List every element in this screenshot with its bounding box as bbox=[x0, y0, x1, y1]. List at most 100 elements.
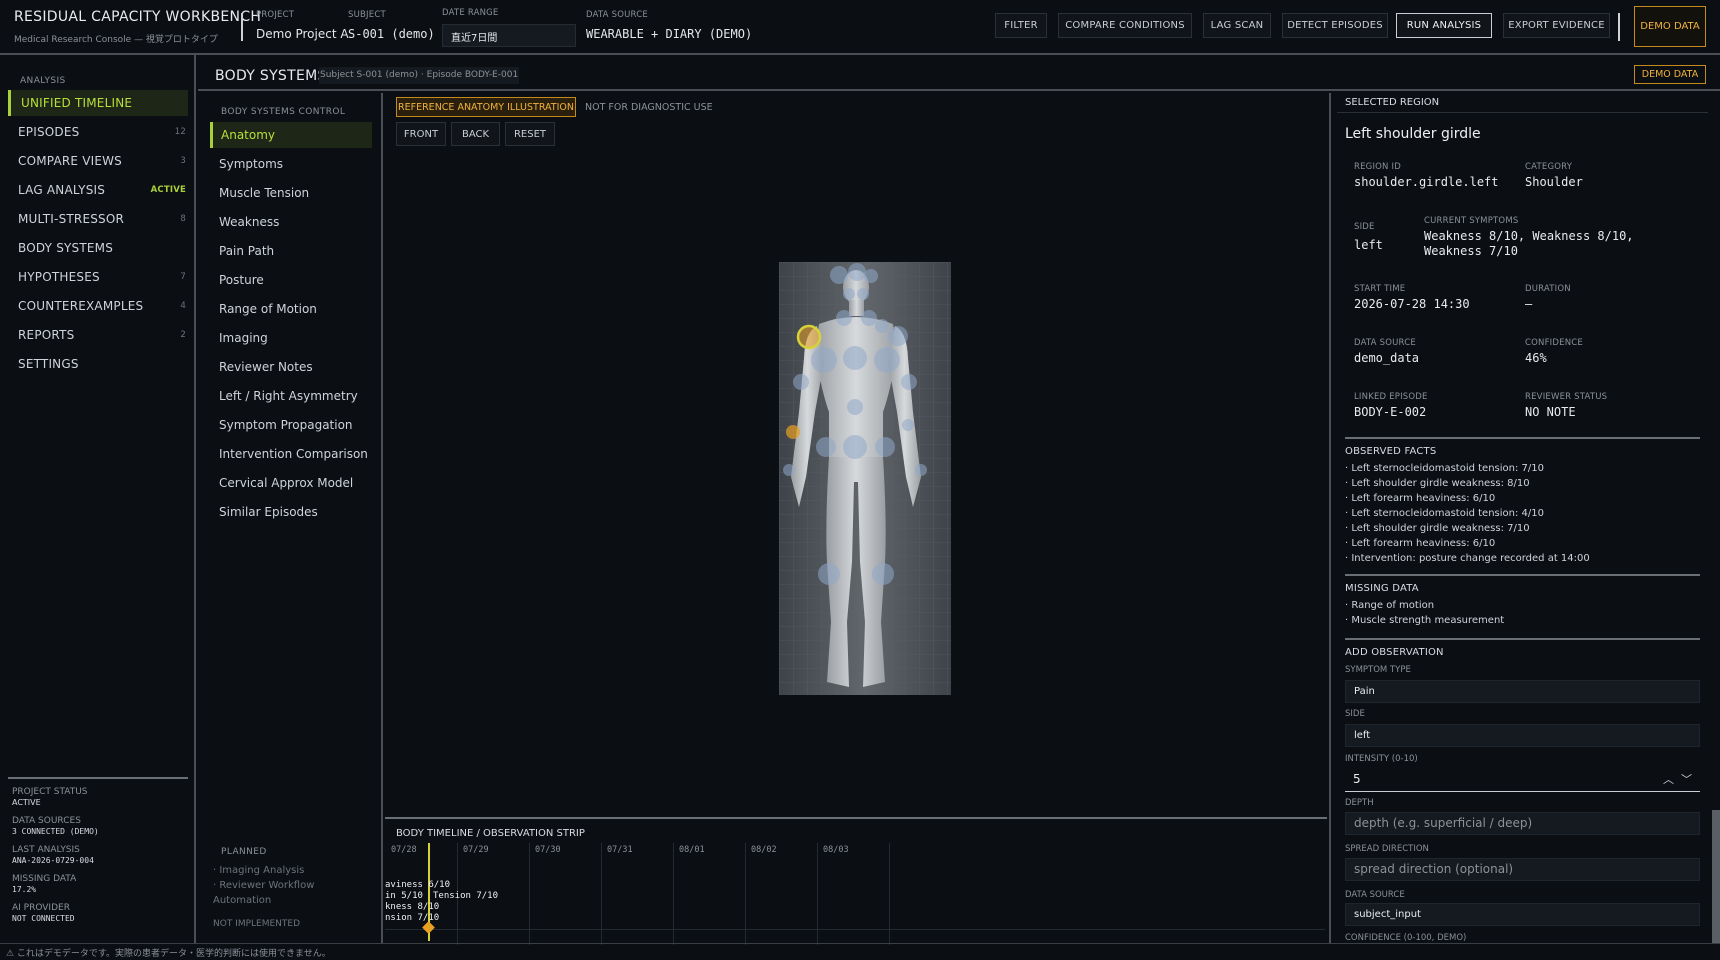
fact-text: Left sternocleidomastoid tension: 7/10 bbox=[1351, 463, 1544, 474]
timeline-event[interactable]: Tension 7/10 bbox=[433, 891, 498, 901]
control-item-anatomy[interactable]: Anatomy bbox=[210, 122, 372, 148]
nav-item-compare-views[interactable]: COMPARE VIEWS 3 bbox=[8, 148, 188, 174]
timeline-event[interactable]: nsion 7/10 bbox=[385, 913, 439, 923]
stat-label: MISSING DATA bbox=[12, 874, 77, 884]
control-item-pain-path[interactable]: Pain Path bbox=[210, 238, 372, 264]
nav-item-reports[interactable]: REPORTS 2 bbox=[8, 322, 188, 348]
chest-left-marker[interactable] bbox=[811, 347, 837, 373]
chest-center-marker[interactable] bbox=[843, 346, 867, 370]
forearm-right-marker[interactable] bbox=[902, 419, 914, 431]
hip-right-marker[interactable] bbox=[875, 437, 895, 457]
control-item-intervention-comparison[interactable]: Intervention Comparison bbox=[210, 441, 372, 467]
depth-input[interactable]: depth (e.g. superficial / deep) bbox=[1345, 812, 1700, 835]
field-label: CURRENT SYMPTOMS bbox=[1424, 216, 1519, 226]
nav-item-lag-analysis[interactable]: LAG ANALYSIS ACTIVE bbox=[8, 177, 188, 203]
control-item-range-of-motion[interactable]: Range of Motion bbox=[210, 296, 372, 322]
chest-right-marker[interactable] bbox=[874, 347, 900, 373]
timeline-title: BODY TIMELINE / OBSERVATION STRIP bbox=[396, 828, 585, 839]
field-label: START TIME bbox=[1354, 284, 1406, 294]
forearm-left-marker[interactable] bbox=[786, 425, 800, 439]
planned-item: Automation bbox=[213, 895, 272, 906]
subject-value[interactable]: S-001 (demo) bbox=[348, 27, 435, 41]
spread-direction-input[interactable]: spread direction (optional) bbox=[1345, 858, 1700, 881]
upper-arm-left-marker[interactable] bbox=[793, 374, 809, 390]
fact-item: · Left forearm heaviness: 6/10 bbox=[1345, 493, 1496, 504]
head-marker[interactable] bbox=[848, 263, 866, 281]
nav-item-hypotheses[interactable]: HYPOTHESES 7 bbox=[8, 264, 188, 290]
control-item-reviewer-notes[interactable]: Reviewer Notes bbox=[210, 354, 372, 380]
reset-view-button[interactable]: RESET bbox=[505, 122, 555, 146]
head-marker[interactable] bbox=[864, 269, 878, 283]
scrollbar-thumb[interactable] bbox=[1712, 810, 1720, 943]
side-select[interactable]: left bbox=[1345, 724, 1700, 747]
shoulder-marker[interactable] bbox=[875, 319, 889, 333]
upper-arm-right-marker[interactable] bbox=[901, 374, 917, 390]
wrist-left-marker[interactable] bbox=[783, 464, 795, 476]
side-field: SIDE left bbox=[1354, 222, 1383, 253]
daterange-label: DATE RANGE bbox=[442, 8, 499, 18]
control-item-imaging[interactable]: Imaging bbox=[210, 325, 372, 351]
shoulder-left-selected-marker[interactable] bbox=[796, 324, 822, 350]
field-value[interactable]: BODY-E-002 bbox=[1354, 405, 1428, 420]
face-marker[interactable] bbox=[857, 288, 869, 300]
hip-left-marker[interactable] bbox=[816, 437, 836, 457]
head-marker[interactable] bbox=[830, 266, 848, 284]
control-item-symptom-propagation[interactable]: Symptom Propagation bbox=[210, 412, 372, 438]
missing-data-status: MISSING DATA 17.2% bbox=[12, 874, 76, 894]
run-analysis-button[interactable]: RUN ANALYSIS bbox=[1396, 13, 1492, 38]
knee-right-marker[interactable] bbox=[872, 563, 894, 585]
back-view-button[interactable]: BACK bbox=[451, 122, 500, 146]
lag-scan-button[interactable]: LAG SCAN bbox=[1203, 13, 1271, 38]
nav-item-unified-timeline[interactable]: UNIFIED TIMELINE bbox=[8, 90, 188, 116]
nav-item-multi-stressor[interactable]: MULTI-STRESSOR 8 bbox=[8, 206, 188, 232]
control-item-symptoms[interactable]: Symptoms bbox=[210, 151, 372, 177]
neck-marker[interactable] bbox=[836, 310, 852, 326]
intensity-stepper[interactable]: 5 ︿ ﹀ bbox=[1345, 769, 1700, 792]
add-observation-heading: ADD OBSERVATION bbox=[1345, 647, 1444, 658]
knee-left-marker[interactable] bbox=[818, 563, 840, 585]
control-item-cervical-model[interactable]: Cervical Approx Model bbox=[210, 470, 372, 496]
control-item-similar-episodes[interactable]: Similar Episodes bbox=[210, 499, 372, 525]
field-value: demo_data bbox=[1354, 351, 1420, 365]
nav-label: COMPARE VIEWS bbox=[18, 154, 123, 168]
confidence-label: CONFIDENCE (0-100, DEMO) bbox=[1345, 933, 1467, 943]
chevron-down-icon[interactable]: ﹀ bbox=[1681, 771, 1692, 787]
control-item-asymmetry[interactable]: Left / Right Asymmetry bbox=[210, 383, 372, 409]
nav-item-settings[interactable]: SETTINGS bbox=[8, 351, 188, 377]
face-marker[interactable] bbox=[843, 288, 855, 300]
compare-conditions-button[interactable]: COMPARE CONDITIONS bbox=[1058, 13, 1192, 38]
control-item-posture[interactable]: Posture bbox=[210, 267, 372, 293]
missing-item: · Muscle strength measurement bbox=[1345, 615, 1505, 626]
timeline-event[interactable]: kness 8/10 bbox=[385, 902, 439, 912]
project-value[interactable]: Demo Project A bbox=[256, 27, 349, 41]
data-source-select[interactable]: subject_input bbox=[1345, 903, 1700, 926]
export-evidence-button[interactable]: EXPORT EVIDENCE bbox=[1503, 13, 1610, 38]
control-item-muscle-tension[interactable]: Muscle Tension bbox=[210, 180, 372, 206]
daterange-select[interactable]: 直近7日間 bbox=[442, 24, 576, 47]
divider bbox=[1345, 437, 1700, 439]
nav-section-label: ANALYSIS bbox=[20, 76, 66, 86]
nav-item-body-systems[interactable]: BODY SYSTEMS bbox=[8, 235, 188, 261]
timeline-marker[interactable] bbox=[422, 921, 435, 934]
abdomen-marker[interactable] bbox=[847, 399, 863, 415]
timeline-event[interactable]: aviness 6/10 bbox=[385, 880, 450, 890]
duration-field: DURATION — bbox=[1525, 284, 1571, 312]
chevron-up-icon[interactable]: ︿ bbox=[1663, 771, 1674, 787]
control-item-weakness[interactable]: Weakness bbox=[210, 209, 372, 235]
symptom-type-select[interactable]: Pain bbox=[1345, 680, 1700, 703]
shoulder-right-marker[interactable] bbox=[888, 326, 908, 346]
front-view-button[interactable]: FRONT bbox=[396, 122, 446, 146]
nav-item-episodes[interactable]: EPISODES 12 bbox=[8, 119, 188, 145]
neck-marker[interactable] bbox=[861, 310, 877, 326]
pelvis-marker[interactable] bbox=[843, 435, 867, 459]
field-value: 2026-07-28 14:30 bbox=[1354, 297, 1470, 311]
nav-item-counterexamples[interactable]: COUNTEREXAMPLES 4 bbox=[8, 293, 188, 319]
filter-button[interactable]: FILTER bbox=[995, 13, 1047, 38]
fact-text: Left sternocleidomastoid tension: 4/10 bbox=[1351, 508, 1544, 519]
timeline-baseline bbox=[385, 929, 1325, 930]
count-badge: 12 bbox=[174, 127, 186, 137]
timeline-event[interactable]: in 5/10 bbox=[385, 891, 423, 901]
detect-episodes-button[interactable]: DETECT EPISODES bbox=[1282, 13, 1388, 38]
planned-item: · Reviewer Workflow bbox=[213, 880, 315, 891]
wrist-right-marker[interactable] bbox=[915, 464, 927, 476]
